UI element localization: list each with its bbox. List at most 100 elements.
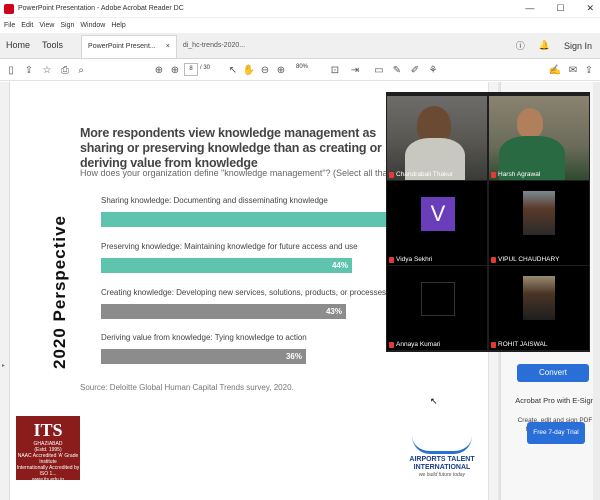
tab-home[interactable]: Home — [0, 40, 36, 58]
bar-preserving: 44% — [101, 258, 352, 273]
page-display-icon[interactable]: ⊡ — [328, 63, 342, 77]
participant-name: Vidya Sekhri — [396, 256, 433, 263]
participant-name-tag: Chandrabali Thakur — [389, 171, 453, 178]
zoom-level[interactable]: 80% — [296, 64, 308, 70]
vertical-label: 2020 Perspective — [50, 215, 69, 369]
ati-logo-tag: we build future today — [418, 472, 466, 478]
maximize-button[interactable]: ☐ — [556, 3, 564, 14]
page-up-icon[interactable]: ⊕ — [152, 63, 166, 77]
comment-icon[interactable]: ▭ — [372, 63, 386, 77]
highlight-icon[interactable]: ✐ — [408, 63, 422, 77]
tab-tools[interactable]: Tools — [36, 40, 69, 58]
expand-arrow-icon[interactable]: ▸ — [2, 362, 5, 369]
mail-icon[interactable]: ✉ — [566, 63, 580, 77]
tab-active-document[interactable]: PowerPoint Present... × — [81, 35, 177, 58]
acrobat-icon — [4, 3, 14, 14]
promo-title: Acrobat Pro with E-Sign — [515, 396, 595, 405]
search-icon[interactable]: ⌕ — [74, 63, 88, 77]
sign-icon[interactable]: ✍ — [548, 63, 562, 77]
toolbar: ▯ ⇪ ☆ ⎙ ⌕ ⊕ ⊕ 8 / 30 ↖ ✋ ⊖ ⊕ 80% ⊡ ⇥ ▭ ✎… — [0, 59, 600, 81]
page-number-input[interactable]: 8 — [184, 63, 198, 76]
participant-blank-avatar — [421, 282, 455, 316]
menu-file[interactable]: File — [4, 22, 15, 29]
bar-label-sharing: Sharing knowledge: Documenting and disse… — [101, 196, 328, 205]
mouse-cursor-icon: ↖ — [430, 396, 438, 406]
video-tile-3[interactable]: V Vidya Sekhri — [387, 181, 487, 265]
print-icon[interactable]: ⎙ — [58, 63, 72, 77]
tab-other-document[interactable]: di_hc-trends-2020... — [177, 42, 251, 58]
zoom-out-icon[interactable]: ⊖ — [258, 63, 272, 77]
upload-icon[interactable]: ⇪ — [22, 63, 36, 77]
its-logo: ITS GHAZIABAD (Estd. 1995) NAAC Accredit… — [16, 416, 80, 483]
video-tile-5[interactable]: Annaya Kumari — [387, 266, 487, 350]
participant-name-tag: Vidya Sekhri — [389, 256, 432, 263]
video-tile-1[interactable]: Chandrabali Thakur — [387, 96, 487, 180]
mic-muted-icon — [389, 171, 394, 178]
bar-label-preserving: Preserving knowledge: Maintaining knowle… — [101, 242, 358, 251]
participant-name-tag: ROHIT JAISWAL — [491, 341, 547, 348]
slide-subtitle: How does your organization define "knowl… — [80, 168, 419, 178]
left-nav-strip[interactable]: ▸ — [0, 82, 10, 500]
its-logo-name: ITS — [33, 420, 63, 440]
pen-icon[interactable]: ✎ — [390, 63, 404, 77]
video-tile-2[interactable]: Harsh Agrawal — [489, 96, 589, 180]
participant-name: VIPUL CHAUDHARY — [498, 256, 560, 263]
minimize-button[interactable]: — — [525, 3, 534, 14]
convert-button[interactable]: Convert — [517, 364, 589, 382]
participant-photo — [523, 276, 555, 320]
share-icon[interactable]: ⇪ — [582, 63, 596, 77]
participant-initial-avatar: V — [421, 197, 455, 231]
its-logo-line1: NAAC Accredited 'A' Grade Institute — [17, 453, 79, 465]
bar-label-deriving: Deriving value from knowledge: Tying kno… — [101, 333, 307, 342]
slide-source: Source: Deloitte Global Human Capital Tr… — [80, 383, 294, 392]
menu-sign[interactable]: Sign — [60, 22, 74, 29]
ati-logo-name: AIRPORTS TALENT INTERNATIONAL — [409, 456, 475, 471]
slide-title: More respondents view knowledge manageme… — [80, 126, 382, 170]
menu-edit[interactable]: Edit — [21, 22, 33, 29]
create-icon[interactable]: ▯ — [4, 63, 18, 77]
menu-help[interactable]: Help — [111, 22, 125, 29]
its-logo-line2: Internationally Accredited by ISO 1... — [16, 465, 80, 477]
participant-name: Chandrabali Thakur — [396, 171, 453, 178]
video-tile-6[interactable]: ROHIT JAISWAL — [489, 266, 589, 350]
tab-active-document-label: PowerPoint Present... — [88, 43, 156, 50]
right-panel-scrollbar[interactable] — [593, 82, 600, 500]
scroll-mode-icon[interactable]: ⇥ — [348, 63, 362, 77]
window-controls: — ☐ ✕ — [525, 3, 594, 14]
tab-bar: Home Tools PowerPoint Present... × di_hc… — [0, 33, 600, 59]
select-cursor-icon[interactable]: ↖ — [226, 63, 240, 77]
close-window-button[interactable]: ✕ — [586, 3, 594, 14]
video-call-grid[interactable]: Chandrabali Thakur Harsh Agrawal V Vidya… — [386, 92, 590, 352]
mic-muted-icon — [491, 171, 496, 178]
title-bar: PowerPoint Presentation - Adobe Acrobat … — [0, 0, 600, 18]
help-icon[interactable]: ⓘ — [516, 39, 525, 52]
participant-name: Annaya Kumari — [396, 341, 441, 348]
mic-muted-icon — [389, 341, 394, 348]
participant-name: ROHIT JAISWAL — [498, 341, 548, 348]
zoom-in-icon[interactable]: ⊕ — [274, 63, 288, 77]
menu-view[interactable]: View — [39, 22, 54, 29]
tab-other-document-label: di_hc-trends-2020... — [182, 42, 246, 49]
free-trial-button[interactable]: Free 7-day Trial — [527, 422, 585, 444]
mic-muted-icon — [491, 341, 496, 348]
bar-creating: 43% — [101, 304, 346, 319]
signin-button[interactable]: Sign In — [564, 41, 592, 51]
participant-video — [517, 108, 543, 138]
stamp-icon[interactable]: ⚘ — [426, 63, 440, 77]
bar-label-creating: Creating knowledge: Developing new servi… — [101, 288, 387, 297]
plane-swoosh-icon — [412, 436, 472, 454]
page-down-icon[interactable]: ⊕ — [168, 63, 182, 77]
its-logo-url: www.its.edu.in — [32, 477, 64, 483]
participant-photo — [523, 191, 555, 235]
video-tile-4[interactable]: VIPUL CHAUDHARY — [489, 181, 589, 265]
participant-name: Harsh Agrawal — [498, 171, 541, 178]
hand-tool-icon[interactable]: ✋ — [242, 63, 256, 77]
mic-muted-icon — [491, 256, 496, 263]
participant-name-tag: Harsh Agrawal — [491, 171, 540, 178]
page-total: / 30 — [200, 65, 211, 71]
bell-icon[interactable]: 🔔 — [539, 40, 550, 51]
ati-logo: AIRPORTS TALENT INTERNATIONAL we build f… — [402, 436, 482, 478]
bookmark-star-icon[interactable]: ☆ — [40, 63, 54, 77]
tab-close-icon[interactable]: × — [166, 43, 170, 50]
menu-window[interactable]: Window — [80, 22, 105, 29]
